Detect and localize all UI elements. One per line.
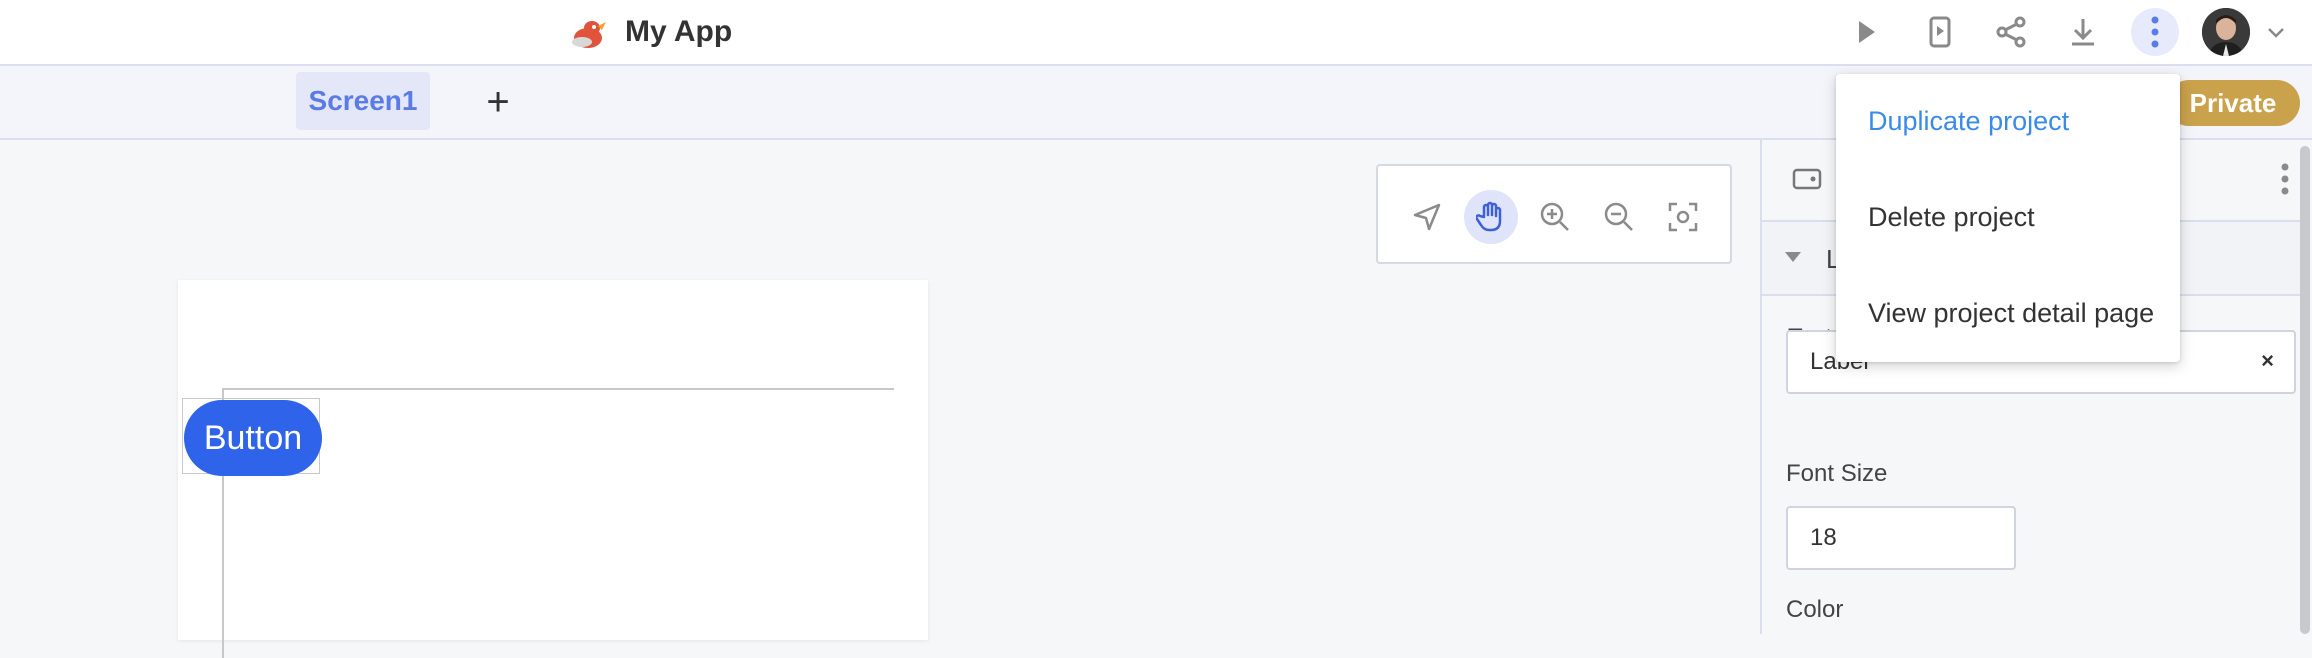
preview-button[interactable]: Button [184, 400, 322, 476]
app-title: My App [625, 15, 733, 48]
font-size-value: 18 [1810, 524, 1837, 551]
phone-preview-icon[interactable] [1916, 8, 1964, 56]
project-menu: Duplicate project Delete project View pr… [1836, 74, 2180, 362]
panel-scrollbar[interactable] [2300, 146, 2310, 634]
app-logo-icon [568, 14, 608, 50]
hand-icon[interactable] [1464, 190, 1518, 244]
panel-more-icon[interactable] [2280, 162, 2290, 201]
select-icon[interactable] [1400, 190, 1454, 244]
color-label: Color [1786, 596, 1844, 623]
menu-item-delete[interactable]: Delete project [1868, 202, 2035, 233]
top-header: My App [0, 0, 2312, 66]
component-icon [1792, 168, 1822, 195]
font-size-label: Font Size [1786, 460, 1888, 487]
menu-item-view-detail[interactable]: View project detail page [1868, 298, 2154, 329]
share-icon[interactable] [1987, 8, 2035, 56]
canvas-toolbar [1376, 164, 1732, 264]
more-vertical-icon[interactable] [2131, 8, 2179, 56]
zoom-in-icon[interactable] [1528, 190, 1582, 244]
tab-screen1[interactable]: Screen1 [296, 72, 430, 130]
layout-container[interactable] [222, 388, 894, 658]
fit-screen-icon[interactable] [1656, 190, 1710, 244]
caret-down-icon [1784, 250, 1802, 269]
private-badge[interactable]: Private [2166, 80, 2300, 126]
download-icon[interactable] [2059, 8, 2107, 56]
chevron-down-icon[interactable] [2264, 20, 2288, 44]
play-icon[interactable] [1842, 8, 1890, 56]
user-avatar[interactable] [2202, 8, 2250, 56]
clear-icon[interactable]: × [2261, 348, 2274, 374]
menu-item-duplicate[interactable]: Duplicate project [1868, 106, 2069, 137]
font-size-field[interactable]: 18 [1786, 506, 2016, 570]
zoom-out-icon[interactable] [1592, 190, 1646, 244]
add-screen-button[interactable]: + [478, 82, 518, 124]
